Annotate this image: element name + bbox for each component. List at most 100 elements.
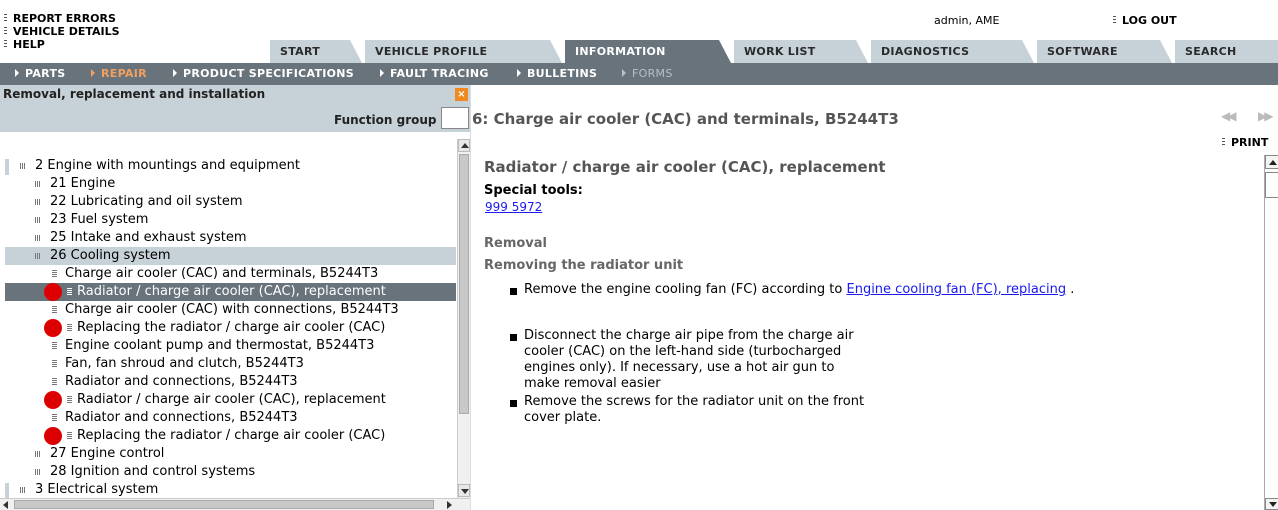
tab-diagnostics[interactable]: DIAGNOSTICS — [871, 40, 1034, 63]
step-2: Disconnect the charge air pipe from the … — [524, 328, 854, 392]
step-2-line: make removal easier — [524, 376, 661, 391]
tree-item-label: 28 Ignition and control systems — [50, 464, 256, 479]
tree-horizontal-scrollbar[interactable] — [0, 498, 470, 510]
tree-item-cooling-system[interactable]: 26 Cooling system — [5, 247, 456, 265]
function-group-input[interactable] — [441, 107, 469, 129]
tree-item[interactable]: 25 Intake and exhaust system — [5, 229, 456, 247]
tree-item-label: 26 Cooling system — [50, 248, 171, 263]
document-icon — [52, 306, 57, 313]
tab-vehicle-profile[interactable]: VEHICLE PROFILE — [365, 40, 562, 63]
subnav-fault-tracing-label: FAULT TRACING — [390, 67, 489, 80]
subnav-repair[interactable]: REPAIR — [91, 67, 147, 80]
red-dot-icon — [44, 427, 62, 445]
previous-document-icon[interactable]: ◀◀ — [1221, 109, 1237, 123]
scroll-thumb[interactable] — [459, 154, 469, 414]
step-2-line: engines only). If necessary, use a hot a… — [524, 360, 835, 375]
print-label: PRINT — [1231, 136, 1269, 149]
scroll-up-button[interactable] — [458, 139, 470, 152]
bullet-dots-icon — [4, 14, 7, 23]
document-icon — [52, 270, 57, 277]
help-label: HELP — [13, 38, 45, 51]
user-label: admin, AME — [934, 14, 1000, 27]
subnav-parts[interactable]: PARTS — [15, 67, 65, 80]
tab-software[interactable]: SOFTWARE — [1037, 40, 1172, 63]
section-heading-removal: Removal — [484, 236, 548, 251]
tree-item-label: 27 Engine control — [50, 446, 165, 461]
tree-item-label: Replacing the radiator / charge air cool… — [77, 320, 386, 335]
collapse-icon — [35, 253, 41, 259]
document-vertical-scrollbar[interactable] — [1264, 155, 1278, 510]
tree-item-label: 3 Electrical system — [35, 482, 159, 497]
subnav-fault-tracing[interactable]: FAULT TRACING — [380, 67, 489, 80]
scroll-up-button[interactable] — [1265, 155, 1278, 169]
tree-item[interactable]: Radiator / charge air cooler (CAC), repl… — [5, 391, 456, 409]
bullet-icon — [510, 400, 517, 407]
tree-item[interactable]: 21 Engine — [5, 175, 456, 193]
tree-item[interactable]: Charge air cooler (CAC) with connections… — [5, 301, 456, 319]
tree-item[interactable]: Replacing the radiator / charge air cool… — [5, 319, 456, 337]
scroll-thumb[interactable] — [14, 500, 434, 509]
tree-item-label: 2 Engine with mountings and equipment — [35, 158, 300, 173]
step-1: Remove the engine cooling fan (FC) accor… — [524, 282, 1074, 298]
step-1-text: Remove the engine cooling fan (FC) accor… — [524, 282, 847, 297]
help-link[interactable]: HELP — [4, 38, 45, 51]
scroll-down-button[interactable] — [458, 484, 470, 497]
special-tool-link[interactable]: 999 5972 — [485, 200, 542, 214]
bullet-icon — [510, 288, 517, 295]
tree-item[interactable]: 28 Ignition and control systems — [5, 463, 456, 481]
tree-item-label: 22 Lubricating and oil system — [50, 194, 243, 209]
tree-item-selected[interactable]: Radiator / charge air cooler (CAC), repl… — [5, 283, 456, 301]
tree-item-label: Charge air cooler (CAC) with connections… — [65, 302, 399, 317]
tree-item[interactable]: Radiator and connections, B5244T3 — [5, 373, 456, 391]
expand-icon — [35, 199, 41, 205]
tree-item[interactable]: Replacing the radiator / charge air cool… — [5, 427, 456, 445]
tree-item[interactable]: Charge air cooler (CAC) and terminals, B… — [5, 265, 456, 283]
report-errors-link[interactable]: REPORT ERRORS — [4, 12, 116, 25]
engine-cooling-fan-link[interactable]: Engine cooling fan (FC), replacing — [846, 282, 1066, 297]
tree-item[interactable]: Radiator and connections, B5244T3 — [5, 409, 456, 427]
arrow-right-icon[interactable] — [447, 501, 452, 509]
tree-item[interactable]: 27 Engine control — [5, 445, 456, 463]
scroll-thumb[interactable] — [1265, 172, 1278, 198]
tree-item-label: Fan, fan shroud and clutch, B5244T3 — [65, 356, 304, 371]
tree-item[interactable]: 23 Fuel system — [5, 211, 456, 229]
next-document-icon[interactable]: ▶▶ — [1258, 109, 1274, 123]
tab-information[interactable]: INFORMATION — [565, 40, 731, 63]
tree-item[interactable]: Fan, fan shroud and clutch, B5244T3 — [5, 355, 456, 373]
tree-item-label: Radiator / charge air cooler (CAC), repl… — [77, 392, 386, 407]
section-heading-removing: Removing the radiator unit — [484, 258, 684, 273]
step-3: Remove the screws for the radiator unit … — [524, 394, 864, 426]
logout-link[interactable]: LOG OUT — [1113, 14, 1177, 27]
tree-vertical-scrollbar[interactable] — [457, 139, 470, 498]
subnav-product-specifications[interactable]: PRODUCT SPECIFICATIONS — [173, 67, 354, 80]
logout-label: LOG OUT — [1122, 14, 1177, 27]
tree-item-label: Engine coolant pump and thermostat, B524… — [65, 338, 375, 353]
subnav-bulletins[interactable]: BULLETINS — [517, 67, 597, 80]
tab-work-list[interactable]: WORK LIST — [734, 40, 868, 63]
expand-icon — [20, 487, 26, 493]
tree-item[interactable]: 2 Engine with mountings and equipment — [5, 157, 456, 175]
triangle-right-icon — [15, 69, 19, 77]
scroll-down-button[interactable] — [1265, 498, 1278, 510]
tab-start[interactable]: START — [270, 40, 362, 63]
bullet-dots-icon — [1222, 138, 1225, 147]
sub-navigation: PARTS REPAIR PRODUCT SPECIFICATIONS FAUL… — [0, 63, 1278, 85]
arrow-left-icon[interactable] — [3, 501, 8, 509]
tree-item-label: 25 Intake and exhaust system — [50, 230, 247, 245]
tree-item[interactable]: 3 Electrical system — [5, 481, 456, 498]
subnav-forms-label: FORMS — [632, 67, 673, 80]
procedure-title: Radiator / charge air cooler (CAC), repl… — [484, 158, 886, 176]
step-2-line: Disconnect the charge air pipe from the … — [524, 328, 854, 343]
tree-item[interactable]: Engine coolant pump and thermostat, B524… — [5, 337, 456, 355]
subnav-forms[interactable]: FORMS — [622, 67, 673, 80]
tree-item[interactable]: 22 Lubricating and oil system — [5, 193, 456, 211]
document-icon — [52, 414, 57, 421]
print-button[interactable]: PRINT — [1222, 136, 1268, 149]
subnav-product-specifications-label: PRODUCT SPECIFICATIONS — [183, 67, 355, 80]
close-icon[interactable]: × — [455, 88, 468, 101]
step-3-line: cover plate. — [524, 410, 602, 425]
tree-item-label: Replacing the radiator / charge air cool… — [77, 428, 386, 443]
vehicle-details-link[interactable]: VEHICLE DETAILS — [4, 25, 120, 38]
report-errors-label: REPORT ERRORS — [13, 12, 116, 25]
tab-search[interactable]: SEARCH — [1175, 40, 1278, 63]
